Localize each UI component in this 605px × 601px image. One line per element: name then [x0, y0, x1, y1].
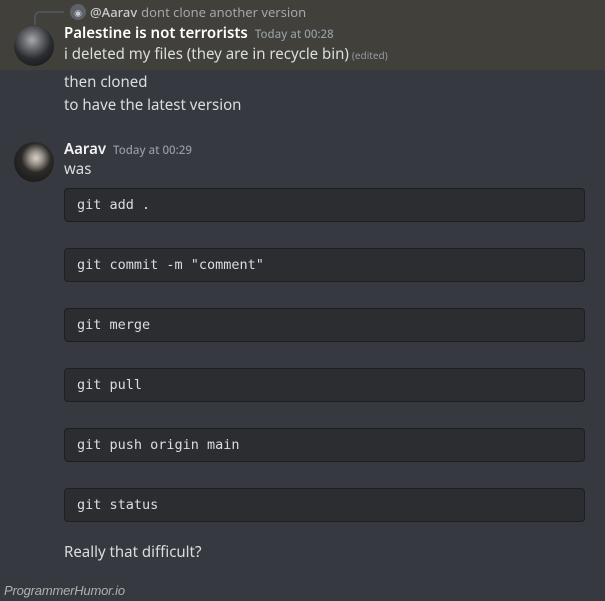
username[interactable]: Palestine is not terrorists: [64, 24, 248, 44]
message[interactable]: git merge: [0, 300, 605, 342]
reply-reference[interactable]: ◉ @Aarav dont clone another version: [0, 0, 605, 20]
message-header: Palestine is not terrorists Today at 00:…: [64, 24, 589, 44]
message[interactable]: Aarav Today at 00:29 was: [0, 138, 605, 180]
message[interactable]: then cloned: [0, 70, 605, 93]
reply-mention[interactable]: @Aarav: [90, 3, 137, 21]
message-text: to have the latest version: [64, 95, 589, 116]
timestamp: Today at 00:28: [255, 28, 334, 43]
edited-indicator: (edited): [352, 48, 388, 62]
message[interactable]: Really that difficult?: [0, 540, 605, 563]
message-text: i deleted my files (they are in recycle …: [64, 44, 349, 64]
message[interactable]: git commit -m "comment": [0, 240, 605, 282]
highlighted-message-group: ◉ @Aarav dont clone another version Pale…: [0, 0, 605, 70]
code-block[interactable]: git merge: [64, 308, 585, 342]
code-block[interactable]: git add .: [64, 188, 585, 222]
watermark: ProgrammerHumor.io: [4, 583, 125, 598]
code-block[interactable]: git commit -m "comment": [64, 248, 585, 282]
reply-avatar[interactable]: ◉: [70, 4, 86, 20]
message[interactable]: git pull: [0, 360, 605, 402]
message-text: then cloned: [64, 72, 589, 93]
timestamp: Today at 00:29: [113, 144, 192, 159]
message-text: was: [64, 159, 589, 180]
user-avatar[interactable]: [14, 142, 54, 182]
message[interactable]: git status: [0, 480, 605, 522]
code-block[interactable]: git status: [64, 488, 585, 522]
message[interactable]: git push origin main: [0, 420, 605, 462]
code-block[interactable]: git push origin main: [64, 428, 585, 462]
message-text: Really that difficult?: [64, 542, 589, 563]
reply-preview-text[interactable]: dont clone another version: [141, 3, 306, 21]
message-content: i deleted my files (they are in recycle …: [64, 44, 589, 65]
user-avatar[interactable]: [14, 26, 54, 66]
message[interactable]: to have the latest version: [0, 93, 605, 116]
message[interactable]: git add .: [0, 180, 605, 222]
message[interactable]: Palestine is not terrorists Today at 00:…: [0, 22, 605, 64]
username[interactable]: Aarav: [64, 140, 106, 160]
code-block[interactable]: git pull: [64, 368, 585, 402]
message-header: Aarav Today at 00:29: [64, 140, 589, 160]
